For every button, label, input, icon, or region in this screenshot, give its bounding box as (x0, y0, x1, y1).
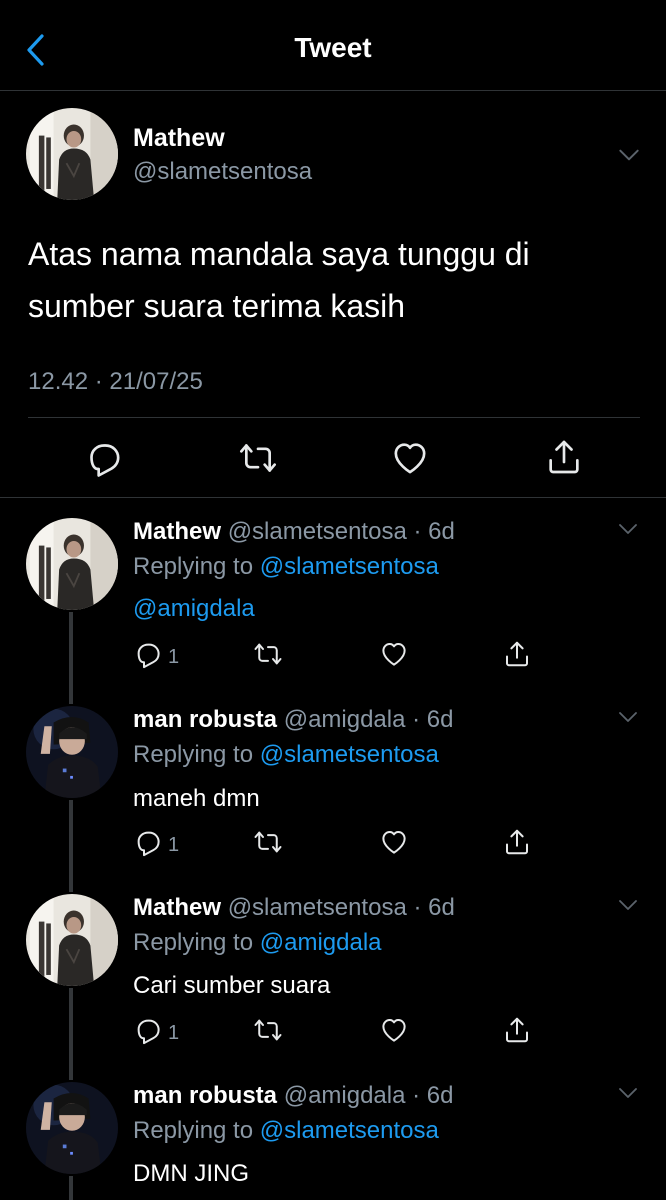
mention-link[interactable]: @amigdala (260, 929, 382, 956)
top-bar: Tweet (0, 0, 666, 91)
reply-header: Mathew @slametsentosa · 6d (133, 894, 455, 922)
replying-to-label: Replying to (133, 1117, 254, 1144)
chevron-down-icon[interactable] (616, 1081, 640, 1105)
author-handle[interactable]: @amigdala (284, 1082, 406, 1109)
reply-count: 1 (168, 834, 180, 856)
reply-text: DMN JING (133, 1160, 249, 1187)
reply-count: 1 (168, 646, 180, 668)
reply-text: maneh dmn (133, 785, 260, 812)
reply-header: man robusta @amigdala · 6d (133, 706, 454, 734)
mention-link[interactable]: @slametsentosa (260, 553, 439, 580)
reply-icon[interactable] (133, 639, 163, 669)
replying-to: Replying to @slametsentosa (133, 1117, 439, 1145)
reply-time: 6d (428, 518, 455, 545)
reply-count: 1 (168, 1022, 180, 1044)
page-title: Tweet (294, 32, 372, 63)
dot-separator: · (406, 894, 429, 921)
author-handle[interactable]: @slametsentosa (228, 518, 407, 545)
retweet-icon[interactable] (253, 1015, 283, 1045)
replying-to-label: Replying to (133, 553, 254, 580)
mention-link[interactable]: @slametsentosa (260, 741, 439, 768)
reply-time: 6d (426, 1082, 454, 1109)
like-icon[interactable] (379, 827, 409, 857)
dot-separator: · (405, 1082, 427, 1109)
thread-line (69, 1176, 73, 1200)
divider (28, 417, 640, 418)
tweet-text: Atas nama mandala saya tunggu di sumber … (28, 236, 530, 324)
thread-line (69, 988, 73, 1080)
avatar[interactable] (26, 518, 118, 610)
avatar[interactable] (26, 706, 118, 798)
reply-icon[interactable] (84, 438, 124, 478)
share-icon[interactable] (502, 1015, 532, 1045)
share-icon[interactable] (544, 437, 584, 477)
author-handle[interactable]: @amigdala (284, 706, 406, 733)
replying-to-label: Replying to (133, 741, 254, 768)
thread-line (69, 800, 73, 892)
dot-separator: · (406, 518, 429, 545)
chevron-down-icon[interactable] (616, 893, 640, 917)
reply-icon[interactable] (133, 1015, 163, 1045)
author-name[interactable]: Mathew (133, 124, 225, 153)
replying-to: Replying to @amigdala (133, 929, 382, 957)
share-icon[interactable] (502, 639, 532, 669)
author-name[interactable]: Mathew (133, 518, 221, 545)
chevron-down-icon[interactable] (616, 705, 640, 729)
avatar[interactable] (26, 108, 118, 200)
share-icon[interactable] (502, 827, 532, 857)
reply-header: man robusta @amigdala · 6d (133, 1082, 454, 1110)
reply-text: Cari sumber suara (133, 972, 331, 999)
reply-time: 6d (426, 706, 454, 733)
tweet-timestamp: 12.42 · 21/07/25 (28, 368, 203, 395)
thread-line (69, 612, 73, 704)
like-icon[interactable] (390, 438, 430, 478)
chevron-down-icon[interactable] (616, 517, 640, 541)
reply-text[interactable]: @amigdala (133, 595, 255, 623)
dot-separator: · (405, 706, 427, 733)
retweet-icon[interactable] (238, 438, 278, 478)
author-name[interactable]: man robusta (133, 706, 277, 733)
chevron-down-icon[interactable] (616, 142, 642, 168)
author-name[interactable]: man robusta (133, 1082, 277, 1109)
author-handle[interactable]: @slametsentosa (133, 158, 312, 186)
retweet-icon[interactable] (253, 827, 283, 857)
like-icon[interactable] (379, 1015, 409, 1045)
avatar[interactable] (26, 1082, 118, 1174)
replying-to: Replying to @slametsentosa (133, 741, 439, 769)
reply-icon[interactable] (133, 827, 163, 857)
replying-to: Replying to @slametsentosa (133, 553, 439, 581)
replying-to-label: Replying to (133, 929, 254, 956)
author-name[interactable]: Mathew (133, 894, 221, 921)
retweet-icon[interactable] (253, 639, 283, 669)
reply-time: 6d (428, 894, 455, 921)
author-handle[interactable]: @slametsentosa (228, 894, 407, 921)
like-icon[interactable] (379, 639, 409, 669)
divider (0, 497, 666, 498)
reply-header: Mathew @slametsentosa · 6d (133, 518, 455, 546)
avatar[interactable] (26, 894, 118, 986)
mention-link[interactable]: @slametsentosa (260, 1117, 439, 1144)
